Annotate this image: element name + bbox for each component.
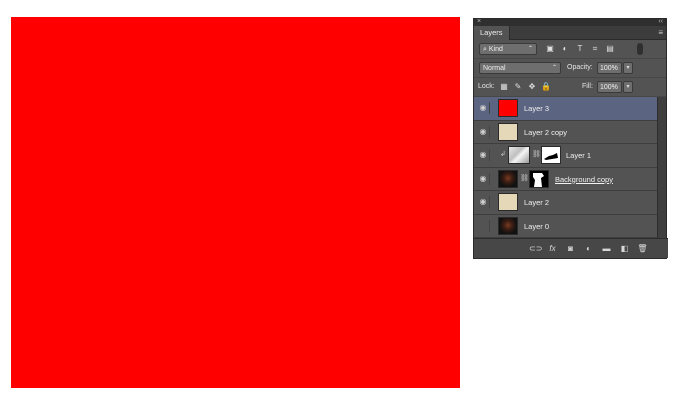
close-icon[interactable]: × — [477, 18, 481, 26]
eye-icon[interactable]: ◉ — [477, 219, 490, 232]
opacity-dropdown[interactable]: ▾ — [623, 62, 633, 74]
type-filter-icon[interactable]: T — [575, 44, 585, 54]
layer-thumbnail — [498, 169, 518, 188]
layer-thumbnail — [498, 216, 518, 235]
eye-icon[interactable]: ◉ — [477, 149, 490, 161]
new-layer-icon[interactable]: ◧ — [619, 243, 630, 254]
filter-row: ⌕ Kind ⌃ ▣ ◐ T ⌗ ▤ — [474, 40, 666, 59]
layer-name[interactable]: Layer 2 copy — [524, 121, 567, 144]
kind-filter-select[interactable]: ⌕ Kind ⌃ — [479, 43, 537, 55]
lock-transparent-pixels-icon[interactable]: ▦ — [499, 81, 509, 93]
layer-row[interactable]: ◉ Layer 2 copy — [474, 121, 658, 144]
document-canvas[interactable] — [11, 17, 460, 388]
fill-dropdown[interactable]: ▾ — [623, 81, 633, 93]
mask-link-icon[interactable]: ⛓ — [532, 150, 541, 160]
clipping-mask-icon: ↲ — [500, 151, 506, 158]
collapse-icon[interactable]: ‹‹ — [658, 18, 663, 26]
layers-scrollbar[interactable] — [657, 97, 666, 239]
panel-menu-icon[interactable]: ≡ — [658, 27, 663, 39]
layer-thumbnail — [498, 99, 518, 117]
eye-icon[interactable]: ◉ — [477, 196, 490, 208]
lock-position-icon[interactable]: ✥ — [527, 81, 537, 93]
adjustment-layer-icon[interactable]: ◐ — [583, 243, 594, 254]
opacity-input[interactable]: 100% — [597, 62, 622, 74]
kind-label: Kind — [488, 46, 503, 53]
new-group-icon[interactable]: ▬ — [601, 243, 612, 254]
eye-icon[interactable]: ◉ — [477, 102, 490, 114]
fill-label: Fill: — [582, 83, 593, 90]
layers-bottom-bar: ⊂⊃ fx ◙ ◐ ▬ ◧ 🗑 — [474, 238, 668, 258]
trash-icon[interactable]: 🗑 — [637, 243, 648, 254]
lock-row: Lock: ▦ ✎ ✥ 🔒 Fill: 100% ▾ — [474, 78, 666, 97]
link-layers-icon[interactable]: ⊂⊃ — [529, 243, 542, 254]
mask-shape-icon — [544, 153, 558, 160]
blend-mode-value: Normal — [483, 65, 506, 72]
layer-row[interactable]: ◉ ⛓ Background copy — [474, 168, 658, 191]
blend-mode-select[interactable]: Normal ⌃ — [479, 62, 561, 74]
eye-icon[interactable]: ◉ — [477, 172, 490, 185]
tab-layers[interactable]: Layers — [474, 26, 510, 40]
image-filter-icon[interactable]: ▣ — [545, 44, 555, 54]
layer-thumbnail — [498, 122, 518, 141]
search-icon: ⌕ — [483, 46, 487, 53]
layer-row[interactable]: ◉ Layer 2 — [474, 191, 658, 215]
mask-link-icon[interactable]: ⛓ — [520, 174, 529, 184]
fill-input[interactable]: 100% — [597, 81, 622, 93]
add-mask-icon[interactable]: ◙ — [565, 243, 576, 254]
eye-icon[interactable]: ◉ — [477, 125, 490, 138]
layer-name[interactable]: Layer 3 — [524, 97, 549, 120]
panel-titlebar: × ‹‹ — [474, 18, 666, 26]
layer-name[interactable]: Layer 0 — [524, 215, 549, 238]
layer-mask-thumbnail[interactable] — [529, 169, 549, 188]
smart-object-filter-icon[interactable]: ▤ — [605, 44, 615, 54]
mask-shape-icon — [533, 172, 544, 187]
layer-name[interactable]: Layer 1 — [566, 144, 591, 167]
adjustment-filter-icon[interactable]: ◐ — [560, 44, 570, 54]
opacity-label: Opacity: — [567, 64, 593, 71]
layer-row[interactable]: ◉ ↲ ⛓ Layer 1 — [474, 144, 658, 168]
fx-icon[interactable]: fx — [547, 243, 558, 254]
blend-row: Normal ⌃ Opacity: 100% ▾ — [474, 59, 666, 78]
chevron-down-icon: ⌃ — [527, 46, 533, 52]
layer-row[interactable]: ◉ Layer 0 — [474, 215, 658, 238]
filter-toggle-switch[interactable] — [637, 43, 643, 55]
layers-panel: × ‹‹ Layers ≡ ⌕ Kind ⌃ ▣ ◐ T ⌗ ▤ Normal … — [473, 18, 668, 259]
layer-thumbnail — [498, 193, 518, 211]
lock-all-icon[interactable]: 🔒 — [541, 81, 551, 93]
layer-name[interactable]: Layer 2 — [524, 191, 549, 214]
shape-filter-icon[interactable]: ⌗ — [590, 44, 600, 54]
layer-name[interactable]: Background copy — [555, 168, 613, 191]
layers-list: ◉ Layer 3 ◉ Layer 2 copy ◉ ↲ ⛓ Layer 1 ◉… — [474, 97, 658, 239]
layer-thumbnail — [508, 146, 530, 164]
layer-row[interactable]: ◉ Layer 3 — [474, 97, 658, 121]
lock-label: Lock: — [478, 83, 495, 90]
chevron-down-icon: ⌃ — [551, 65, 557, 71]
panel-tab-row: Layers ≡ — [474, 26, 666, 40]
layer-mask-thumbnail[interactable] — [541, 146, 561, 164]
lock-image-pixels-icon[interactable]: ✎ — [513, 81, 523, 93]
